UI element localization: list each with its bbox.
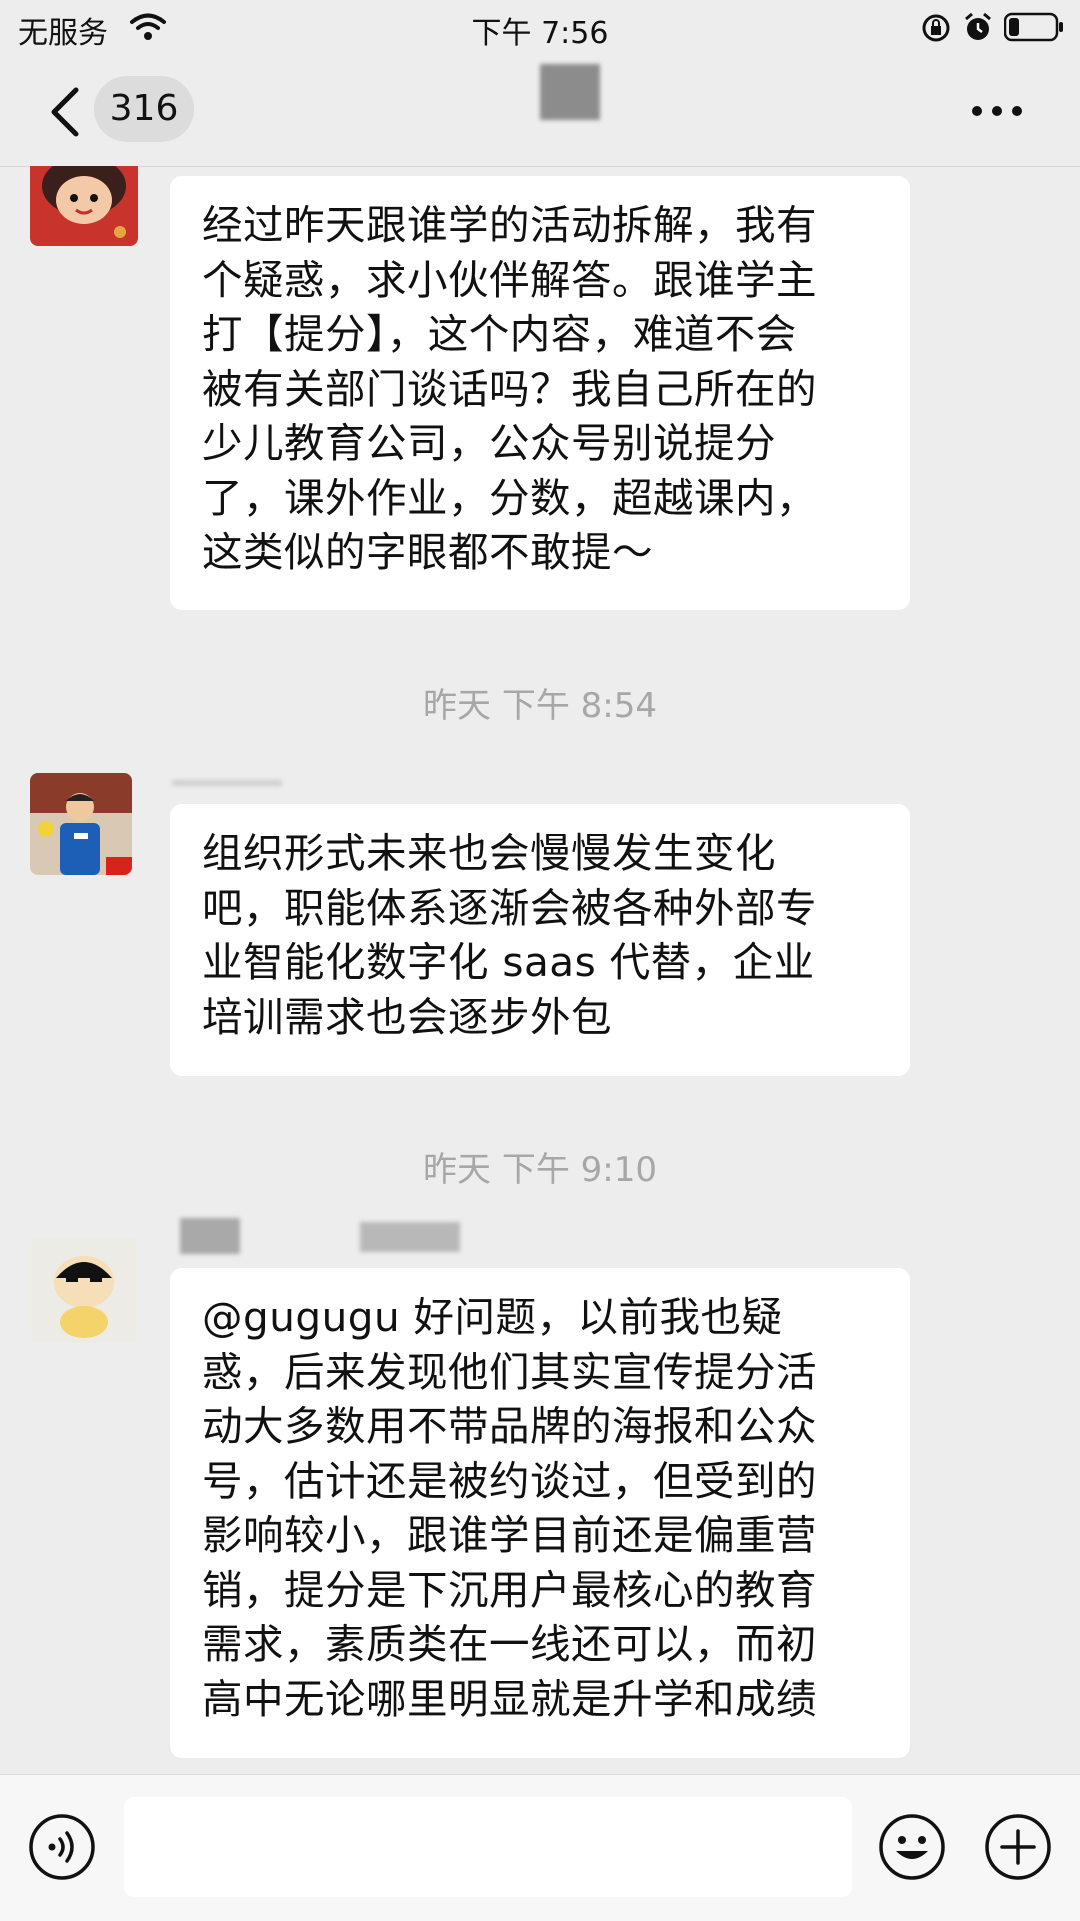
emoji-icon[interactable] [878,1813,946,1881]
unread-count-badge[interactable]: 316 [94,76,194,142]
message-bubble[interactable]: @gugugu 好问题，以前我也疑 惑，后来发现他们其实宣传提分活 动大多数用不… [170,1268,910,1758]
voice-icon[interactable] [28,1813,96,1881]
sender-name-redacted [172,780,282,786]
chat-title-redacted [540,64,600,120]
message-bubble[interactable]: 经过昨天跟谁学的活动拆解，我有 个疑惑，求小伙伴解答。跟谁学主 打【提分】，这个… [170,176,910,610]
more-icon[interactable] [970,104,1024,118]
back-chevron-icon[interactable] [46,86,86,138]
chat-input-bar [0,1774,1080,1921]
sender-name-redacted [180,1218,240,1254]
orientation-lock-icon [922,14,950,42]
message-timestamp: 昨天 下午 9:10 [423,1150,657,1190]
status-bar: 无服务 下午 7:56 [0,0,1080,56]
status-time: 下午 7:56 [471,16,609,51]
message-bubble[interactable]: 组织形式未来也会慢慢发生变化 吧，职能体系逐渐会被各种外部专 业智能化数字化 s… [170,804,910,1076]
chat-nav-bar: 316 [0,56,1080,167]
sender-name-redacted [360,1222,460,1252]
plus-icon[interactable] [984,1813,1052,1881]
alarm-icon [965,12,991,40]
battery-icon [1004,12,1063,42]
avatar[interactable] [30,166,138,246]
avatar[interactable] [30,773,132,875]
message-timestamp: 昨天 下午 8:54 [423,686,657,726]
avatar[interactable] [30,1238,138,1342]
message-input[interactable] [124,1797,852,1897]
